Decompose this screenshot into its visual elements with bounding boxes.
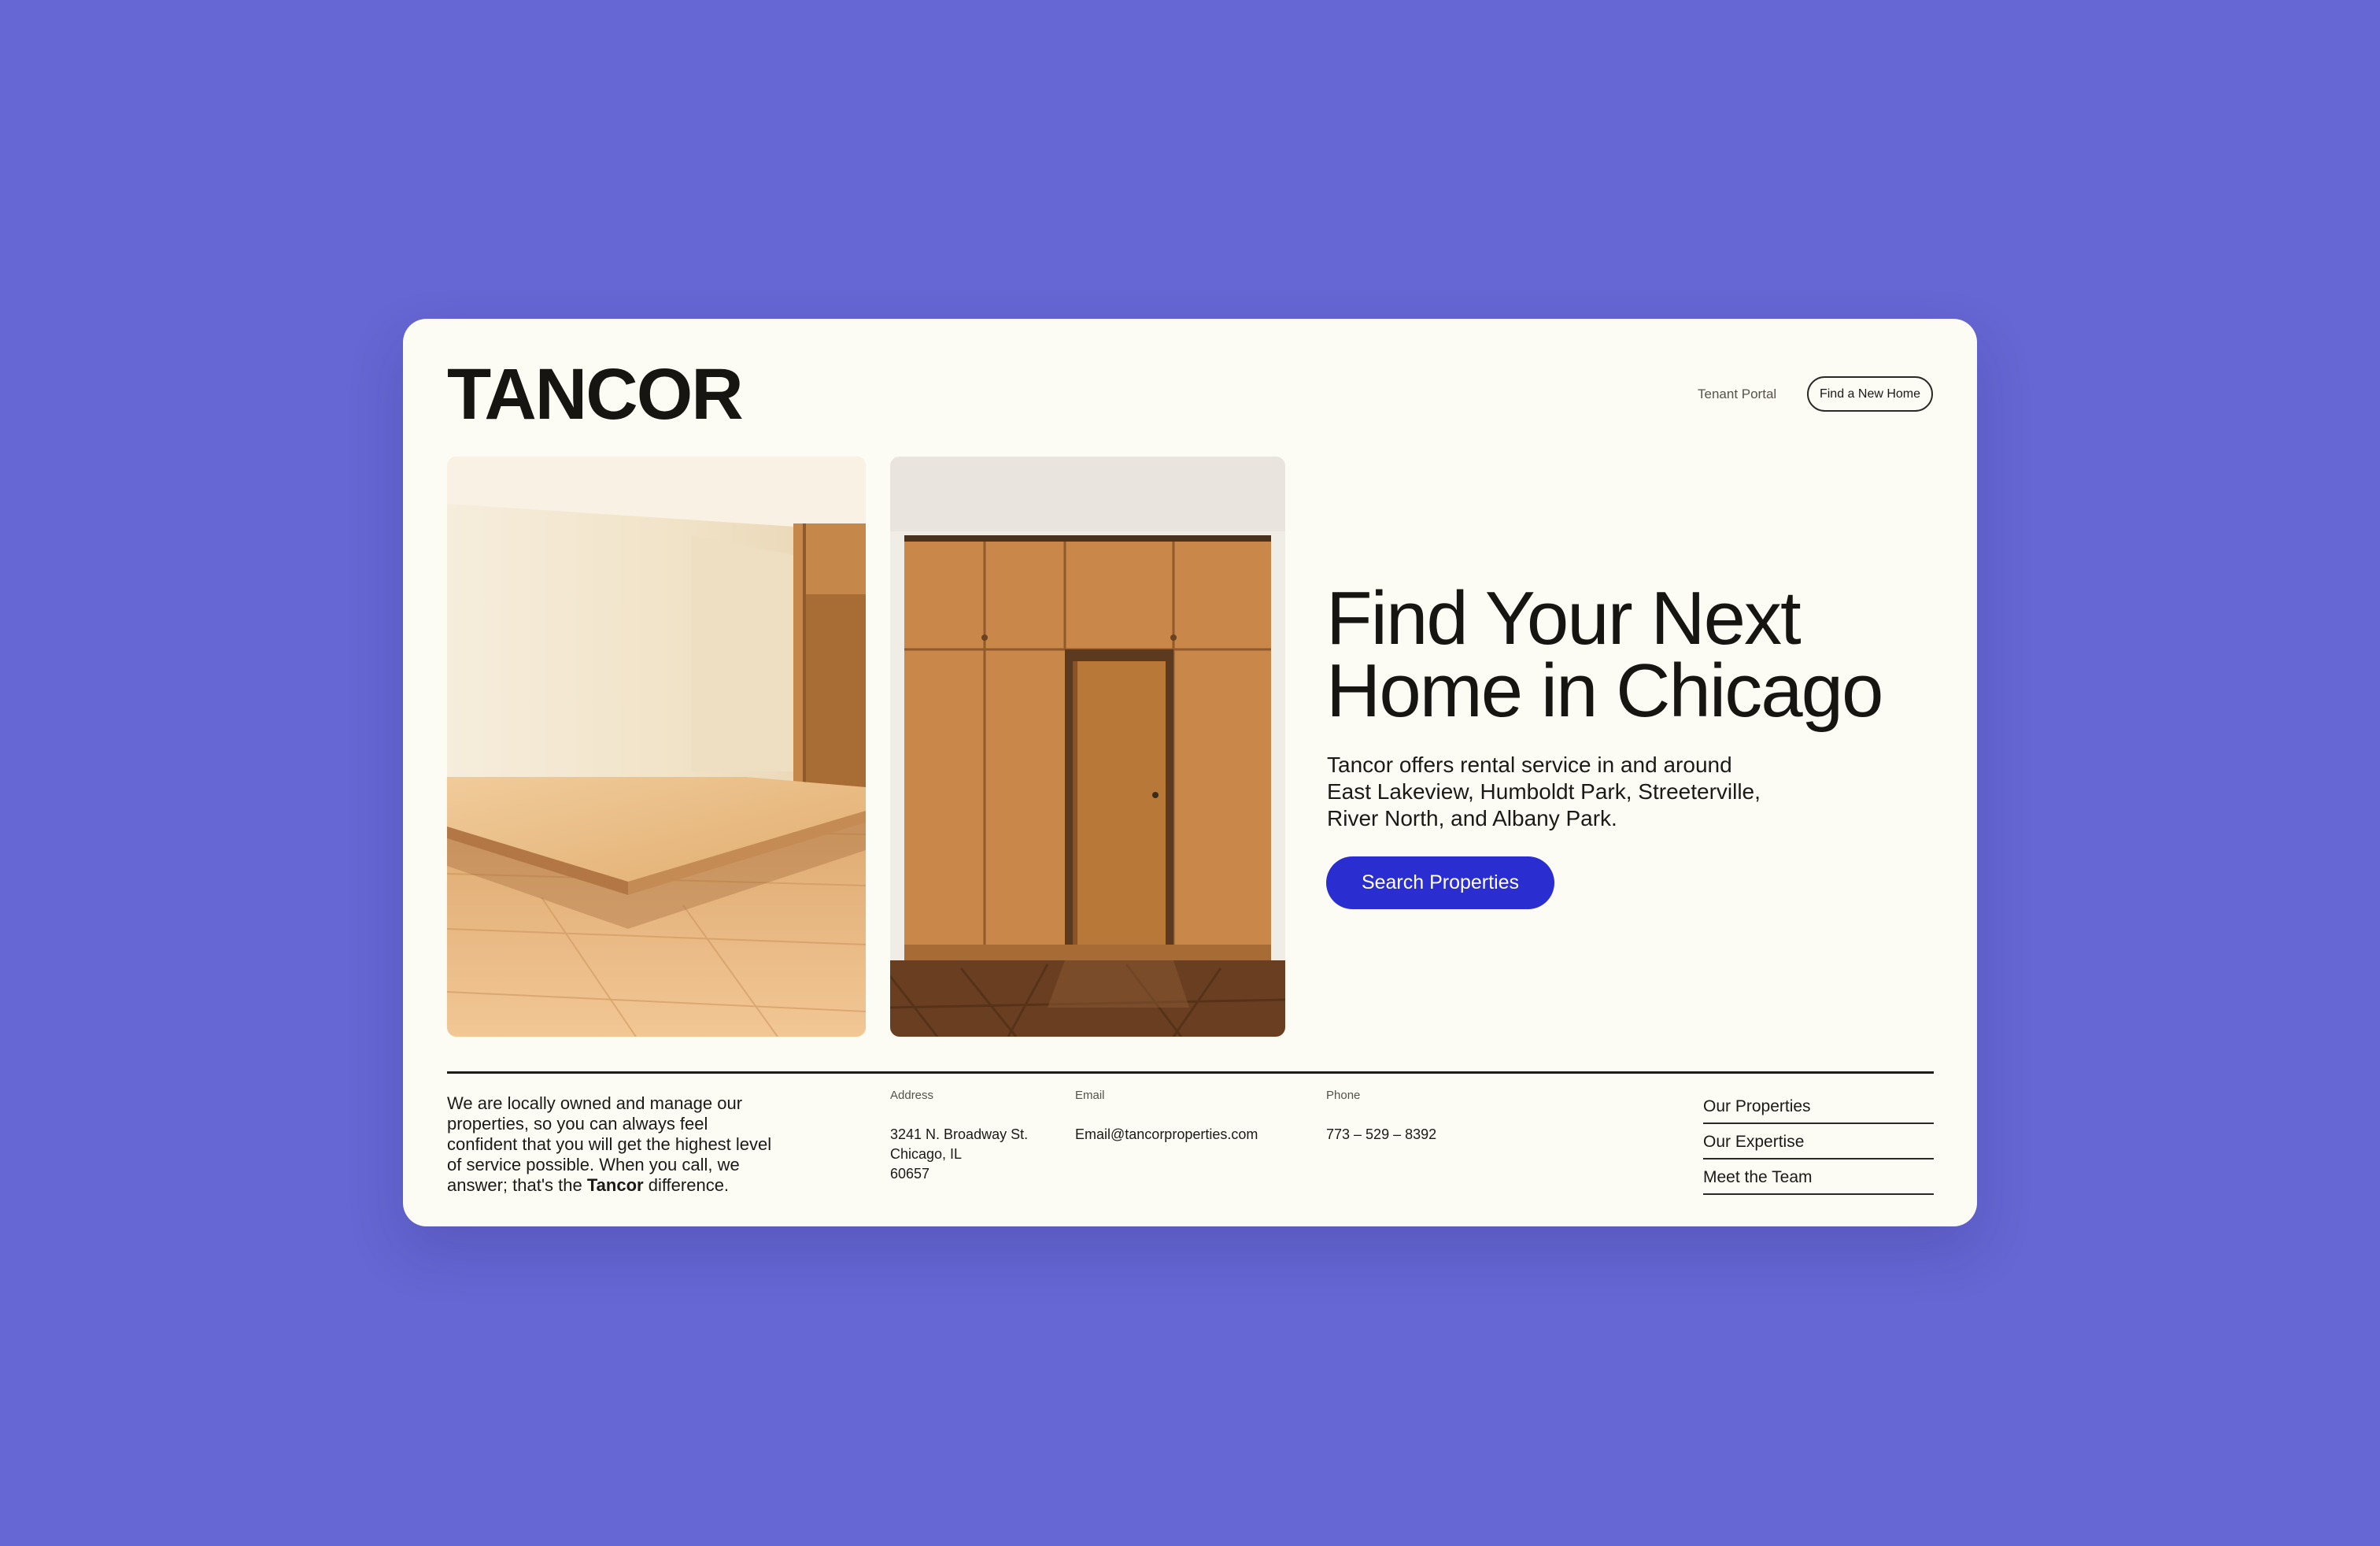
hero-headline-line2: Home in Chicago (1326, 649, 1883, 733)
brand-logo[interactable]: TANCOR (447, 358, 744, 431)
hero-intro-line1: Tancor offers rental service in and arou… (1327, 753, 1732, 777)
hero-intro-line2: East Lakeview, Humboldt Park, Streetervi… (1327, 779, 1761, 804)
phone-link[interactable]: 773 – 529 – 8392 (1326, 1125, 1436, 1145)
hero-headline: Find Your Next Home in Chicago (1326, 576, 1940, 733)
tenant-portal-link[interactable]: Tenant Portal (1698, 386, 1776, 402)
email-label: Email (1075, 1089, 1105, 1102)
search-properties-button[interactable]: Search Properties (1326, 856, 1554, 909)
hero-intro: Tancor offers rental service in and arou… (1327, 752, 1799, 832)
footer-nav-our-properties[interactable]: Our Properties (1703, 1089, 1934, 1124)
email-link[interactable]: Email@tancorproperties.com (1075, 1125, 1258, 1145)
footer-nav: Our Properties Our Expertise Meet the Te… (1703, 1089, 1934, 1195)
room-photo-platform (447, 457, 866, 1037)
address-value: 3241 N. Broadway St. Chicago, IL 60657 (890, 1125, 1028, 1184)
landing-card: TANCOR Tenant Portal Find a New Home Fin… (403, 319, 1977, 1226)
footer-nav-meet-the-team[interactable]: Meet the Team (1703, 1160, 1934, 1195)
address-line2: Chicago, IL (890, 1146, 963, 1162)
room-photo-wardrobe (890, 457, 1285, 1037)
address-line1: 3241 N. Broadway St. (890, 1126, 1029, 1142)
hero-headline-line1: Find Your Next (1326, 576, 1802, 660)
footer-nav-our-expertise[interactable]: Our Expertise (1703, 1124, 1934, 1160)
footer-about-end: difference. (648, 1175, 730, 1195)
phone-label: Phone (1326, 1089, 1361, 1102)
footer-about-brand: Tancor (586, 1175, 644, 1195)
find-new-home-button[interactable]: Find a New Home (1807, 376, 1933, 412)
footer-divider (447, 1071, 1934, 1074)
footer-about: We are locally owned and manage our prop… (447, 1093, 778, 1196)
hero-intro-line3: River North, and Albany Park. (1327, 806, 1617, 830)
address-line3: 60657 (890, 1166, 930, 1182)
address-label: Address (890, 1089, 934, 1102)
